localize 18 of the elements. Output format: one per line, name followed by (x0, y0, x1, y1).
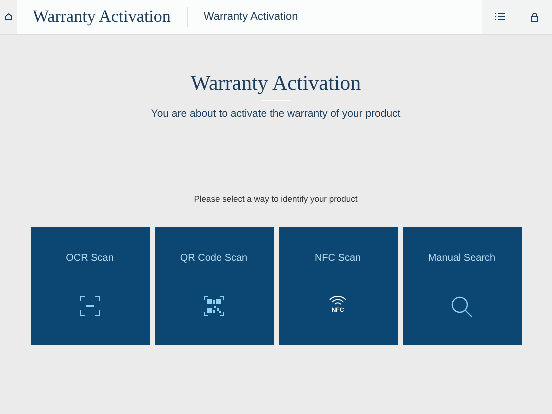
prompt-text: Please select a way to identify your product (194, 193, 358, 206)
list-icon (494, 13, 504, 21)
lock-icon (530, 12, 538, 22)
option-tile[interactable]: QR Code Scan (154, 226, 274, 345)
app-title: Warranty Activation (33, 6, 171, 28)
page-title: Warranty Activation (204, 10, 298, 25)
list-button[interactable] (482, 0, 517, 34)
home-icon (4, 13, 12, 21)
home-button[interactable] (0, 0, 17, 34)
search-icon (451, 296, 473, 318)
option-tile[interactable]: OCR Scan (30, 226, 150, 345)
page-heading: Warranty Activation (190, 70, 362, 96)
lock-button[interactable] (517, 0, 552, 34)
wireless-icon (329, 296, 347, 306)
option-tile[interactable]: Manual Search (402, 226, 522, 345)
intro-text: You are about to activate the warranty of your product (151, 107, 401, 122)
qr-code-icon (204, 296, 224, 316)
scan-frame-icon (80, 296, 100, 316)
